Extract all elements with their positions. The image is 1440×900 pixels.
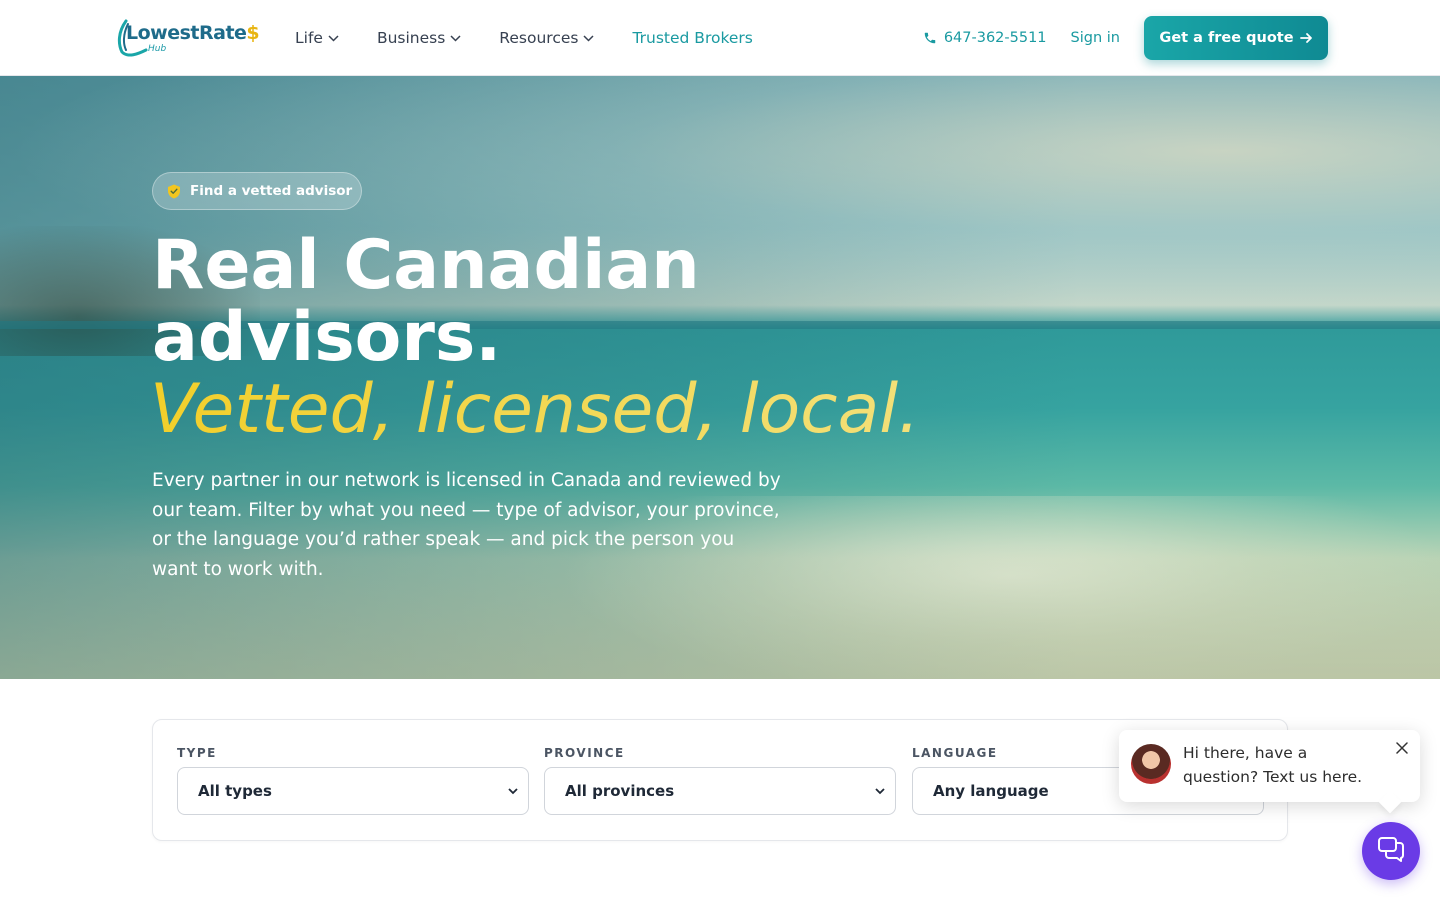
hero-title-highlight: Vetted, licensed, local. [150, 370, 920, 449]
vetted-advisor-badge: Find a vetted advisor [152, 172, 362, 210]
nav-item-label: Business [376, 29, 446, 47]
chevron-down-icon [328, 34, 339, 42]
chat-bubbles-icon [1377, 836, 1405, 866]
badge-label: Find a vetted advisor [190, 183, 353, 199]
hero-title-line2: advisors. [152, 298, 502, 377]
hero-lead: Every partner in our network is licensed… [152, 470, 781, 580]
select-value: Any language [933, 782, 1049, 800]
nav-item-trusted-brokers[interactable]: Trusted Brokers [632, 29, 752, 47]
phone-number: 647-362-5511 [943, 30, 1047, 46]
header-actions: 647-362-5511 Sign in Get a free quote [923, 0, 1328, 76]
chevron-down-icon [875, 787, 885, 795]
main-nav: Life Business Resources Trusted Brokers [295, 0, 791, 76]
filter-label: TYPE [177, 746, 217, 760]
phone-link[interactable]: 647-362-5511 [923, 30, 1047, 46]
hero-title-line1: Real Canadian [152, 226, 700, 305]
chevron-down-icon [450, 34, 461, 42]
phone-icon [923, 31, 937, 45]
chat-launcher-button[interactable] [1362, 822, 1420, 880]
nav-item-label: Life [295, 29, 323, 47]
shield-check-icon [167, 184, 181, 199]
chevron-down-icon [583, 34, 594, 42]
filter-label: PROVINCE [544, 746, 625, 760]
hero-section: Find a vetted advisor Real Canadian advi… [0, 76, 1440, 679]
get-quote-label: Get a free quote [1159, 30, 1294, 46]
logo[interactable]: LowestRate$ Hub [112, 18, 260, 58]
chat-popup[interactable]: Hi there, have a question? Text us here. [1119, 730, 1420, 802]
hero-title: Real Canadian advisors. [152, 230, 700, 374]
chat-message: Hi there, have a question? Text us here. [1183, 744, 1363, 786]
filter-type: TYPE All types [177, 746, 529, 815]
get-quote-button[interactable]: Get a free quote [1144, 16, 1328, 60]
nav-item-resources[interactable]: Resources [499, 29, 594, 47]
province-select[interactable]: All provinces [544, 767, 896, 815]
agent-avatar [1131, 744, 1171, 784]
nav-item-label: Resources [499, 29, 579, 47]
logo-wordmark: LowestRate$ [126, 22, 260, 44]
select-value: All types [198, 782, 272, 800]
logo-sub: Hub [148, 44, 167, 54]
logo-mark: LowestRate$ Hub [112, 18, 260, 58]
type-select[interactable]: All types [177, 767, 529, 815]
filter-province: PROVINCE All provinces [544, 746, 896, 815]
chevron-down-icon [508, 787, 518, 795]
advisor-filter-card: TYPE All types PROVINCE All provinces LA… [152, 719, 1288, 841]
nav-item-label: Trusted Brokers [632, 29, 753, 47]
arrow-right-icon [1299, 32, 1313, 44]
select-value: All provinces [565, 782, 675, 800]
site-header: LowestRate$ Hub Life Business Resources … [0, 0, 1440, 76]
nav-item-life[interactable]: Life [295, 29, 339, 47]
nav-item-business[interactable]: Business [377, 29, 461, 47]
close-icon[interactable] [1396, 742, 1408, 754]
sign-in-link[interactable]: Sign in [1071, 30, 1120, 46]
